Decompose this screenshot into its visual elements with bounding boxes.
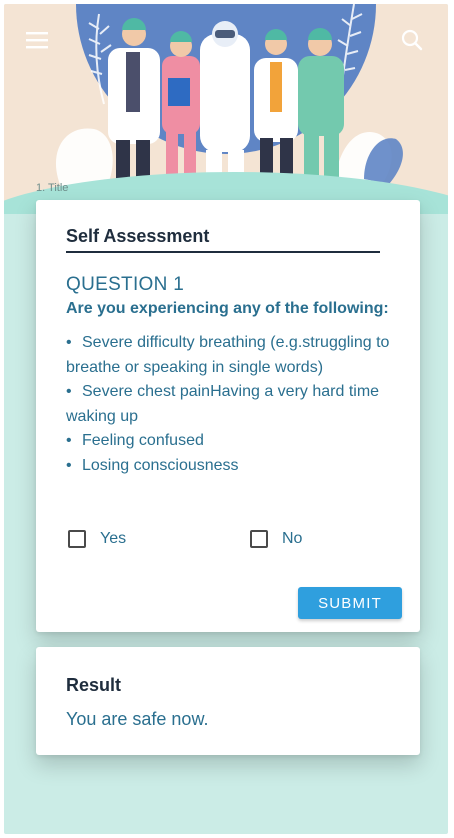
result-text: You are safe now. — [66, 709, 209, 729]
symptom-item: • Feeling confused — [66, 432, 204, 449]
symptom-list: • Severe difficulty breathing (e.g.strugg… — [66, 331, 406, 478]
question-text: Are you experiencing any of the followin… — [66, 300, 389, 317]
no-checkbox[interactable] — [250, 530, 268, 548]
hamburger-menu-icon[interactable] — [24, 26, 52, 54]
app-screen: 1. Title Self Assessment QUESTION 1 Are … — [4, 4, 448, 834]
symptom-item: • Severe chest painHaving a very hard tim… — [66, 383, 380, 425]
submit-button[interactable]: SUBMIT — [298, 587, 402, 619]
yes-checkbox[interactable] — [68, 530, 86, 548]
search-icon[interactable] — [398, 26, 426, 54]
yes-option[interactable]: Yes — [68, 530, 126, 548]
symptom-item: • Severe difficulty breathing (e.g.strugg… — [66, 334, 390, 376]
result-title: Result — [66, 675, 122, 695]
no-label: No — [282, 530, 303, 547]
no-option[interactable]: No — [250, 530, 302, 548]
question-heading: QUESTION 1 — [66, 274, 185, 295]
result-card: Result You are safe now. — [36, 647, 420, 755]
step-label: 1. Title — [36, 182, 69, 194]
symptom-item: • Losing consciousness — [66, 456, 239, 474]
yes-label: Yes — [100, 530, 127, 547]
hero-illustration — [4, 4, 448, 214]
card-title: Self Assessment — [66, 226, 380, 253]
assessment-card: Self Assessment QUESTION 1 Are you exper… — [36, 200, 420, 632]
